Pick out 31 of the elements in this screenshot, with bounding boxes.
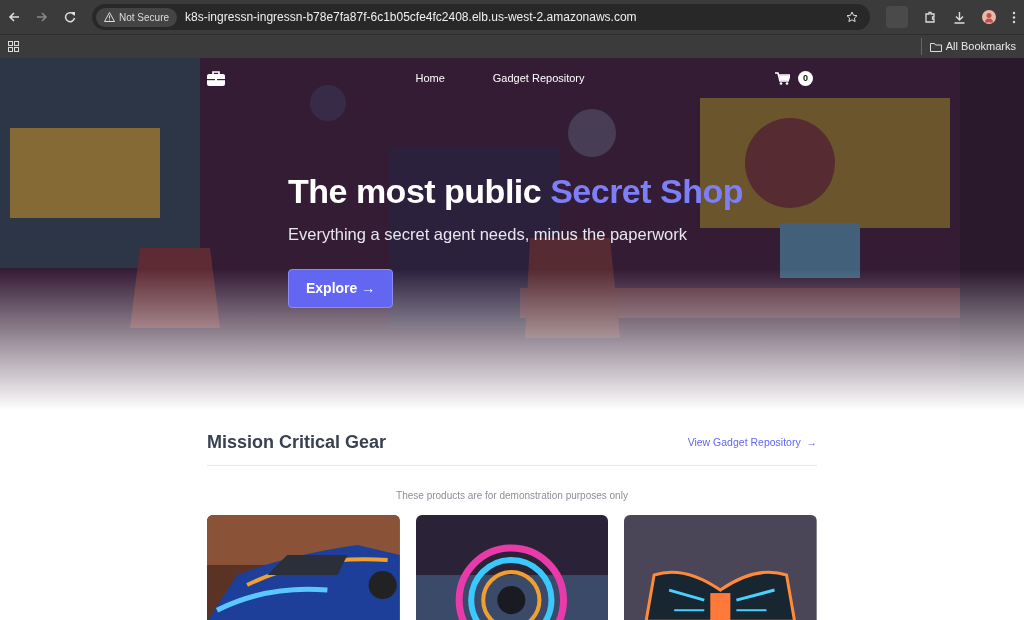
bookmarks-folder[interactable]: All Bookmarks <box>920 38 1016 55</box>
cart-icon[interactable] <box>775 71 790 85</box>
reload-button[interactable] <box>64 11 76 23</box>
download-icon <box>953 10 966 24</box>
view-gadget-repository-link[interactable]: View Gadget Repository → <box>687 434 817 451</box>
explore-button[interactable]: Explore → <box>288 268 394 308</box>
url-text: k8s-ingressn-ingressn-b78e7fa87f-6c1b05cfe4fc2408.elb.us-west-2.amazonaws.com <box>185 9 638 26</box>
profile-avatar-icon[interactable] <box>982 10 996 24</box>
star-icon <box>846 11 858 23</box>
menu-icon[interactable] <box>1012 10 1016 24</box>
warning-icon <box>104 12 115 22</box>
bookmark-button[interactable] <box>846 11 858 23</box>
download-button[interactable] <box>953 10 966 24</box>
hero-title-highlight: Secret Shop <box>550 171 744 210</box>
hero-subtitle: Everything a secret agent needs, minus the paperwork <box>288 223 688 245</box>
demo-note: These products are for demonstration purposes only <box>395 488 629 503</box>
address-bar[interactable]: Not Secure k8s-ingressn-ingressn-b78e7fa87f-6c1b05cfe4fc2408.elb.us-west-2.amazonaws.com <box>92 4 870 30</box>
apps-grid-icon[interactable] <box>8 41 19 52</box>
forward-button[interactable] <box>36 11 48 23</box>
section-heading: Mission Critical Gear <box>207 432 387 454</box>
folder-icon <box>929 41 942 52</box>
security-chip[interactable]: Not Secure <box>96 7 178 27</box>
nav-link[interactable]: Home <box>415 70 445 87</box>
back-button[interactable] <box>8 11 20 23</box>
forward-icon <box>36 11 48 23</box>
hero-title: The most public <box>288 171 542 210</box>
nav-link[interactable]: Gadget Repository <box>492 70 585 87</box>
reload-icon <box>64 11 76 23</box>
back-icon <box>8 11 20 23</box>
puzzle-icon <box>924 10 937 24</box>
extensions-button[interactable] <box>924 10 937 24</box>
